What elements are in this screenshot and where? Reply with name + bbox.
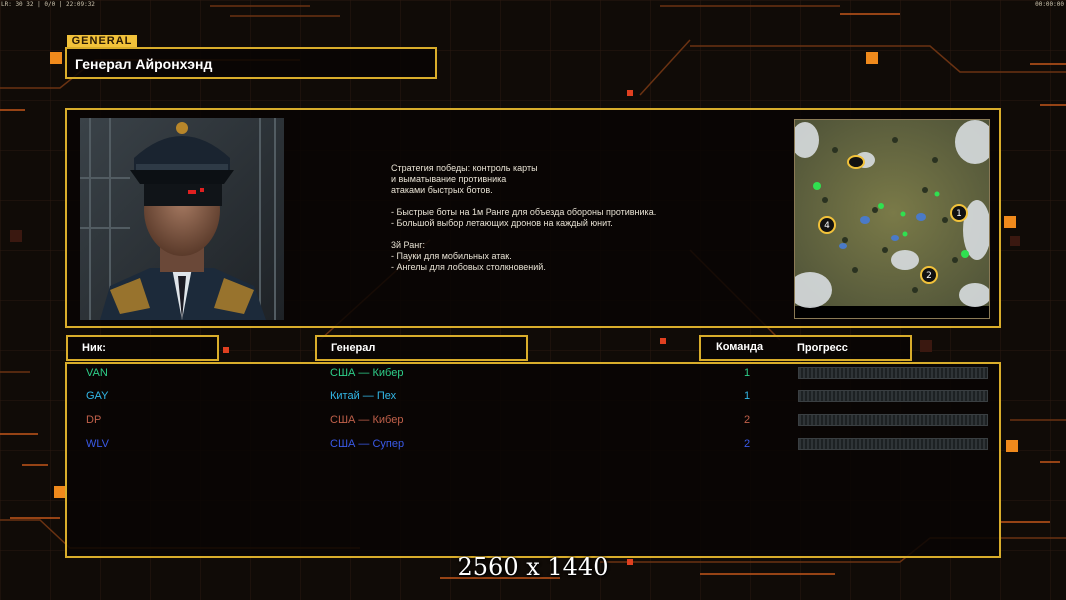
player-general: США — Кибер xyxy=(330,414,404,426)
description-line: Стратегия победы: контроль карты xyxy=(391,163,538,173)
header-nick-label: Ник: xyxy=(82,342,106,354)
player-general: США — Супер xyxy=(330,438,405,450)
player-team: 2 xyxy=(744,414,751,426)
player-nick: VAN xyxy=(86,367,108,379)
player-row: VAN США — Кибер 1 xyxy=(0,364,1066,382)
description-line: атаками быстрых ботов. xyxy=(391,185,493,195)
general-tag: GENERAL xyxy=(67,35,137,47)
start-position-label: 1 xyxy=(956,209,962,219)
description-line: 3й Ранг: xyxy=(391,240,425,250)
player-nick: WLV xyxy=(86,438,110,450)
description-line: - Быстрые боты на 1м Ранге для объезда о… xyxy=(391,207,657,217)
header-progress-label: Прогресс xyxy=(797,342,848,354)
general-title-box: Генерал Айронхэнд xyxy=(65,47,437,79)
general-name: Генерал Айронхэнд xyxy=(75,56,213,72)
description-line: и выматывание противника xyxy=(391,174,507,184)
player-general: Китай — Пех xyxy=(330,390,397,402)
player-row: WLV США — Супер 2 xyxy=(0,435,1066,453)
start-position-label: 4 xyxy=(824,221,830,231)
player-progress-bar xyxy=(798,438,988,450)
player-progress-bar xyxy=(798,390,988,402)
player-row: GAY Китай — Пех 1 xyxy=(0,387,1066,405)
general-portrait xyxy=(80,118,284,320)
start-position-label: 2 xyxy=(926,271,932,281)
clock-text: 00:00:00 xyxy=(1035,1,1064,8)
player-nick: GAY xyxy=(86,390,109,402)
header-nick: Ник: xyxy=(66,335,219,361)
player-nick: DP xyxy=(86,414,102,426)
header-team-label: Команда xyxy=(716,341,764,353)
player-general: США — Кибер xyxy=(330,367,404,379)
description-line: - Пауки для мобильных атак. xyxy=(391,251,512,261)
minimap[interactable]: 1 2 4 xyxy=(794,119,990,319)
player-team: 2 xyxy=(744,438,751,450)
header-general: Генерал xyxy=(315,335,528,361)
header-general-label: Генерал xyxy=(331,342,376,354)
player-team: 1 xyxy=(744,390,751,402)
player-team: 1 xyxy=(744,367,751,379)
description-line: - Большой выбор летающих дронов на кажды… xyxy=(391,218,613,228)
description-line xyxy=(391,229,751,240)
description-line xyxy=(391,196,751,207)
player-progress-bar xyxy=(798,367,988,379)
description-line: - Ангелы для лобовых столкновений. xyxy=(391,262,546,272)
fps-status-text: LR: 30 32 | 0/0 | 22:09:32 xyxy=(1,1,95,8)
player-row: DP США — Кибер 2 xyxy=(0,411,1066,429)
resolution-label: 2560 x 1440 xyxy=(457,553,609,581)
player-progress-bar xyxy=(798,414,988,426)
header-team-progress: Команда Прогресс xyxy=(699,335,912,361)
strategy-description: Стратегия победы: контроль карты и вымат… xyxy=(391,163,751,273)
